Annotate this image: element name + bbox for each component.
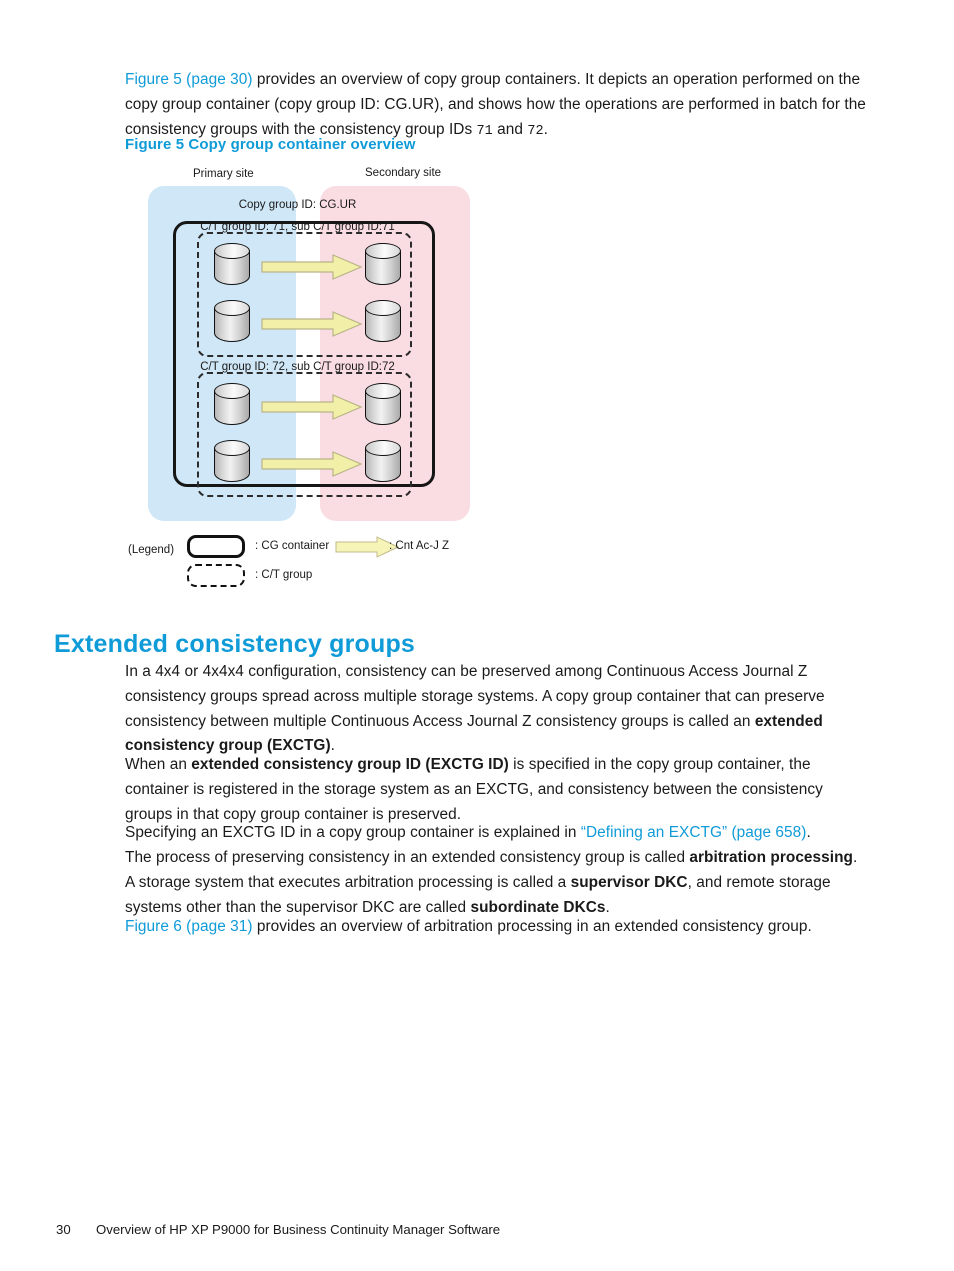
page-footer: 30 Overview of HP XP P9000 for Business C… bbox=[56, 1222, 500, 1237]
intro-text-2: and bbox=[492, 121, 528, 139]
para1-text-c: . bbox=[330, 737, 335, 755]
page-title: Extended consistency groups bbox=[54, 629, 416, 658]
para4-text-a: The process of preserving consistency in… bbox=[125, 849, 690, 867]
para4-bold-arbitration: arbitration processing bbox=[689, 849, 853, 867]
para4-text-g: . bbox=[605, 898, 610, 916]
paragraph-arbitration-processing: The process of preserving consistency in… bbox=[125, 846, 870, 920]
para4-bold-subordinate-dkcs: subordinate DKCs bbox=[470, 898, 606, 916]
paragraph-specifying-exctg-id: Specifying an EXCTG ID in a copy group c… bbox=[125, 821, 870, 846]
secondary-site-label: Secondary site bbox=[365, 167, 442, 179]
para4-bold-supervisor-dkc: supervisor DKC bbox=[570, 873, 688, 891]
volume-cylinder-icon bbox=[214, 383, 252, 429]
footer-chapter-title: Overview of HP XP P9000 for Business Con… bbox=[96, 1222, 501, 1237]
volume-cylinder-icon bbox=[214, 300, 252, 346]
figure-legend: (Legend) : CG container : C/T group : Cn… bbox=[125, 532, 545, 592]
figure-5-link[interactable]: Figure 5 (page 30) bbox=[125, 71, 253, 88]
legend-ct-group-swatch bbox=[187, 564, 245, 587]
consistency-group-id-72: 72 bbox=[527, 124, 544, 140]
paragraph-exctg-id: When an extended consistency group ID (E… bbox=[125, 753, 870, 827]
defining-exctg-link[interactable]: “Defining an EXCTG” (page 658) bbox=[581, 824, 807, 841]
paragraph-extended-consistency-definition: In a 4x4 or 4x4x4 configuration, consist… bbox=[125, 660, 870, 758]
volume-cylinder-icon bbox=[214, 440, 252, 486]
copy-arrow-icon bbox=[261, 310, 363, 338]
para2-text-a: When an bbox=[125, 756, 192, 774]
consistency-group-id-71: 71 bbox=[476, 124, 493, 140]
document-page: Figure 5 (page 30) provides an overview … bbox=[0, 0, 954, 1271]
paragraph-figure-6-reference: Figure 6 (page 31) provides an overview … bbox=[125, 915, 870, 940]
figure-6-link[interactable]: Figure 6 (page 31) bbox=[125, 918, 253, 935]
legend-ct-group-label: : C/T group bbox=[255, 569, 313, 581]
volume-cylinder-icon bbox=[365, 243, 403, 289]
footer-page-number: 30 bbox=[56, 1222, 71, 1237]
legend-cg-container-label: : CG container bbox=[255, 540, 330, 552]
copy-arrow-icon bbox=[261, 393, 363, 421]
volume-cylinder-icon bbox=[365, 440, 403, 486]
copy-group-container-diagram: Primary site Secondary site Copy group I… bbox=[125, 164, 545, 594]
copy-arrow-icon bbox=[261, 450, 363, 478]
para3-text-a: Specifying an EXCTG ID in a copy group c… bbox=[125, 824, 581, 842]
para5-text: provides an overview of arbitration proc… bbox=[252, 918, 812, 936]
volume-cylinder-icon bbox=[365, 383, 403, 429]
volume-cylinder-icon bbox=[214, 243, 252, 289]
intro-text-3: . bbox=[543, 121, 548, 139]
volume-cylinder-icon bbox=[365, 300, 403, 346]
para2-bold-term: extended consistency group ID (EXCTG ID) bbox=[191, 756, 509, 774]
legend-copy-arrow-label: : Cnt Ac-J Z bbox=[389, 540, 450, 552]
legend-cg-container-swatch bbox=[187, 535, 245, 558]
copy-arrow-icon bbox=[261, 253, 363, 281]
primary-site-label: Primary site bbox=[193, 168, 254, 180]
para1-text-a: In a 4x4 or 4x4x4 configuration, consist… bbox=[125, 663, 825, 730]
copy-group-id-label: Copy group ID: CG.UR bbox=[238, 199, 357, 211]
para3-text-c: . bbox=[806, 824, 811, 842]
figure-caption: Figure 5 Copy group container overview bbox=[125, 136, 416, 153]
legend-title: (Legend) bbox=[128, 544, 175, 556]
intro-paragraph: Figure 5 (page 30) provides an overview … bbox=[125, 67, 870, 144]
